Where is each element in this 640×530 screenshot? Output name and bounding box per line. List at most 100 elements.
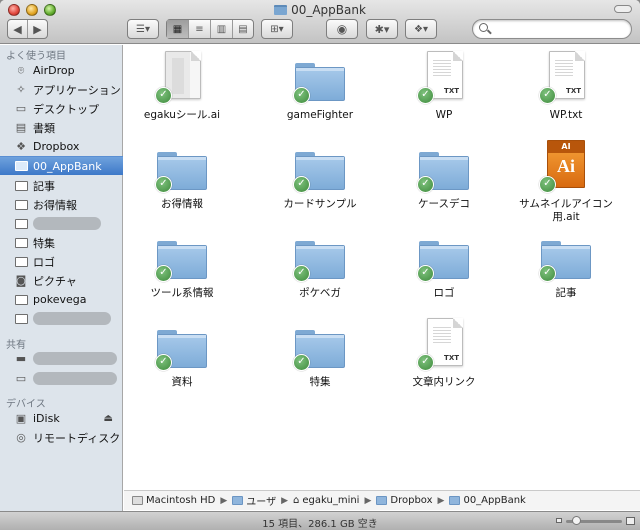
sync-check-icon: ✓ bbox=[155, 354, 172, 371]
file-name: ケースデコ bbox=[418, 198, 470, 210]
sync-check-icon: ✓ bbox=[155, 87, 172, 104]
path-item-label: Macintosh HD bbox=[146, 495, 216, 506]
status-bar: 15 項目、286.1 GB 空き bbox=[0, 511, 640, 530]
chevron-right-icon: ▶ bbox=[220, 495, 228, 506]
action-button[interactable]: ✱▾ bbox=[366, 19, 398, 39]
file-name: 文章内リンク bbox=[412, 376, 476, 388]
computer-icon: ▭ bbox=[15, 372, 27, 385]
folder-item[interactable]: ✓ ポケベガ bbox=[262, 229, 378, 300]
dropbox-icon: ❖▾ bbox=[414, 23, 428, 35]
pictures-icon: ◙ bbox=[15, 274, 27, 287]
grid-icon: ▦ bbox=[172, 23, 183, 35]
search-field[interactable] bbox=[472, 19, 632, 39]
gear-icon: ✱▾ bbox=[374, 22, 390, 36]
folder-icon bbox=[14, 218, 28, 230]
search-input[interactable] bbox=[493, 22, 623, 36]
back-button[interactable]: ◀ bbox=[8, 20, 28, 38]
folder-item[interactable]: ✓ gameFighter bbox=[262, 51, 378, 122]
sync-check-icon: ✓ bbox=[539, 87, 556, 104]
sidebar-item-label: iDisk bbox=[33, 412, 60, 425]
file-item[interactable]: TXT ✓ 文章内リンク bbox=[386, 318, 502, 389]
sidebar-item-pokevega[interactable]: pokevega bbox=[0, 290, 123, 309]
quicklook-button[interactable]: ◉ bbox=[326, 19, 358, 39]
airdrop-icon: ⌾ bbox=[17, 63, 25, 77]
dropbox-menu-button[interactable]: ❖▾ bbox=[405, 19, 437, 39]
path-item[interactable]: ⌂ egaku_mini bbox=[293, 495, 359, 506]
folder-item[interactable]: ✓ ロゴ bbox=[386, 229, 502, 300]
folder-item[interactable]: ✓ 記事 bbox=[508, 229, 624, 300]
sidebar-item-pictures[interactable]: ◙ ピクチャ bbox=[0, 271, 123, 290]
file-item[interactable]: TXT ✓ WP.txt bbox=[508, 51, 624, 122]
folder-item[interactable]: ✓ カードサンプル bbox=[262, 140, 378, 211]
file-item[interactable]: ✓ egakuシール.ai bbox=[124, 51, 240, 122]
sidebar-item-redacted[interactable] bbox=[0, 214, 123, 233]
hard-drive-icon bbox=[132, 496, 143, 505]
folder-icon bbox=[274, 5, 288, 15]
small-icon-size-icon bbox=[556, 518, 562, 523]
view-mode-control: ▦ ≡ ▥ ▤ bbox=[166, 19, 254, 39]
sidebar-item-desktop[interactable]: ▭ デスクトップ bbox=[0, 99, 123, 118]
path-item[interactable]: ユーザ bbox=[232, 493, 276, 508]
folder-icon bbox=[14, 180, 28, 192]
sidebar-item-remote-disc[interactable]: ◎ リモートディスク bbox=[0, 428, 123, 447]
coverflow-view-button[interactable]: ▤ bbox=[233, 20, 253, 38]
sidebar-item-tokushu[interactable]: 特集 bbox=[0, 233, 123, 252]
path-item-label: egaku_mini bbox=[302, 495, 360, 506]
toolbar-toggle-button[interactable] bbox=[614, 5, 632, 13]
icon-view-button[interactable]: ▦ bbox=[167, 20, 189, 38]
documents-icon: ▤ bbox=[15, 121, 27, 134]
folder-item[interactable]: ✓ ケースデコ bbox=[386, 140, 502, 211]
sidebar-item-otoku[interactable]: お得情報 bbox=[0, 195, 123, 214]
sidebar-item-redacted[interactable] bbox=[0, 309, 123, 328]
file-name: サムネイルアイコン用.ait bbox=[519, 198, 613, 223]
sidebar-item-idisk[interactable]: ▣ iDisk ⏏ bbox=[0, 409, 123, 428]
arrange-by-button[interactable]: ⊞▾ bbox=[261, 19, 293, 39]
sidebar-item-documents[interactable]: ▤ 書類 bbox=[0, 118, 123, 137]
column-view-button[interactable]: ▥ bbox=[211, 20, 233, 38]
sidebar-item-label: デスクトップ bbox=[33, 102, 99, 116]
folder-item[interactable]: ✓ 特集 bbox=[262, 318, 378, 389]
forward-button[interactable]: ▶ bbox=[28, 20, 47, 38]
sync-check-icon: ✓ bbox=[417, 87, 434, 104]
folder-item[interactable]: ✓ お得情報 bbox=[124, 140, 240, 211]
folder-item[interactable]: ✓ 資料 bbox=[124, 318, 240, 389]
file-name: 特集 bbox=[309, 376, 331, 388]
file-item[interactable]: AI Ai ✓ サムネイルアイコン用.ait bbox=[508, 140, 624, 224]
file-item[interactable]: TXT ✓ WP bbox=[386, 51, 502, 122]
chevron-right-icon: ▶ bbox=[364, 495, 372, 506]
sidebar-item-shared-server[interactable]: ▬ bbox=[0, 349, 123, 368]
sidebar-item-label: AirDrop bbox=[33, 64, 75, 77]
sidebar-item-label: pokevega bbox=[33, 293, 87, 306]
list-view-button[interactable]: ≡ bbox=[189, 20, 211, 38]
path-item[interactable]: Dropbox bbox=[376, 495, 433, 506]
folder-icon bbox=[14, 160, 28, 172]
sidebar-item-label: 特集 bbox=[33, 236, 55, 250]
file-name: gameFighter bbox=[286, 109, 354, 121]
file-name: WP bbox=[435, 109, 453, 121]
sidebar-item-airdrop[interactable]: ⌾ AirDrop bbox=[0, 61, 123, 80]
redacted-label bbox=[33, 352, 117, 365]
columns-icon: ▥ bbox=[216, 23, 227, 35]
sidebar-item-dropbox[interactable]: ❖ Dropbox bbox=[0, 137, 123, 156]
path-item[interactable]: Macintosh HD bbox=[132, 495, 215, 506]
sidebar-item-kiji[interactable]: 記事 bbox=[0, 176, 123, 195]
sidebar-item-label: 00_AppBank bbox=[33, 159, 102, 173]
file-name: ポケベガ bbox=[299, 287, 341, 299]
path-item-label: ユーザ bbox=[246, 497, 277, 508]
sidebar-item-logo[interactable]: ロゴ bbox=[0, 252, 123, 271]
sidebar-item-00-appbank[interactable]: 00_AppBank bbox=[0, 156, 123, 175]
icon-size-slider-knob[interactable] bbox=[572, 516, 581, 525]
redacted-label bbox=[33, 217, 101, 230]
arrange-menu-button[interactable]: ☰▾ bbox=[127, 19, 159, 39]
folder-icon bbox=[232, 496, 244, 505]
window-title-text: 00_AppBank bbox=[291, 3, 366, 17]
sidebar-item-applications[interactable]: ✧ アプリケーション bbox=[0, 80, 123, 99]
folder-icon bbox=[449, 496, 461, 505]
status-text: 15 項目、286.1 GB 空き bbox=[262, 519, 378, 530]
sync-check-icon: ✓ bbox=[293, 265, 310, 282]
folder-item[interactable]: ✓ ツール系情報 bbox=[124, 229, 240, 300]
eject-icon[interactable]: ⏏ bbox=[104, 413, 113, 424]
toolbar: 00_AppBank ◀ ▶ ☰▾ ▦ ≡ ▥ ▤ ⊞▾ ◉ ✱▾ ❖▾ bbox=[0, 0, 640, 44]
path-item[interactable]: 00_AppBank bbox=[449, 495, 526, 506]
sidebar-item-shared-computer[interactable]: ▭ bbox=[0, 369, 123, 388]
